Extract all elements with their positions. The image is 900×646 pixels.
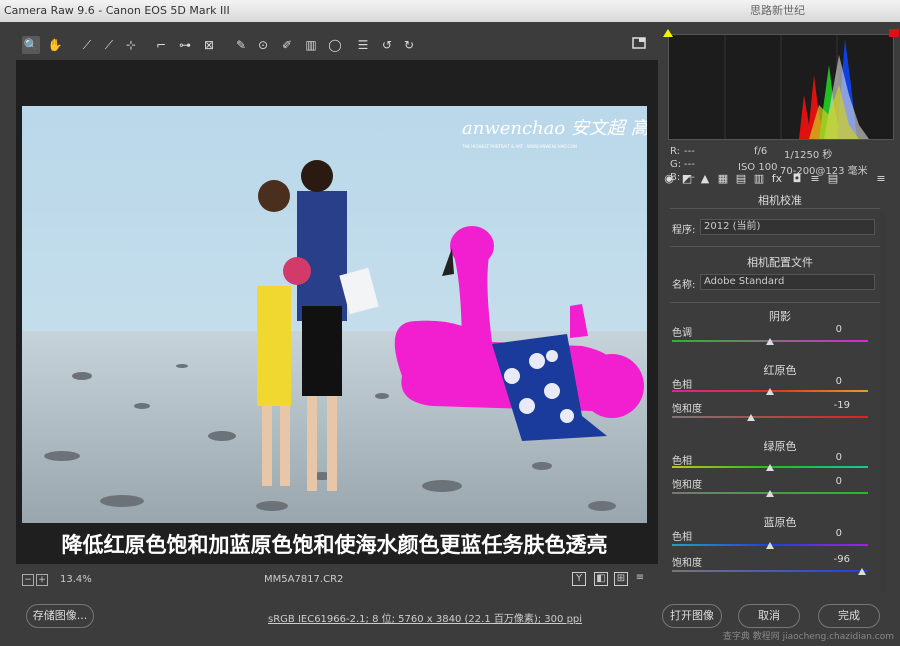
blue-primary-heading: 蓝原色	[763, 516, 797, 529]
exif-shutter: 1/1250 秒	[784, 150, 833, 161]
site-watermark: 查字典 教程网 jiaocheng.chazidian.com	[722, 632, 894, 642]
tab-effects-icon[interactable]: fx	[770, 172, 784, 186]
red-hue-label: 色相	[672, 380, 692, 391]
zoom-in-icon[interactable]: +	[36, 574, 48, 586]
red-primary-heading: 红原色	[763, 364, 797, 377]
filename: MM5A7817.CR2	[264, 574, 344, 585]
photo-watermark: anwenchao 安文超 高端修图	[462, 118, 647, 139]
zoom-level[interactable]: 13.4%	[60, 574, 92, 585]
red-saturation-label: 饱和度	[672, 404, 702, 415]
red-hue-value[interactable]: 0	[812, 376, 842, 387]
green-hue-label: 色相	[672, 456, 692, 467]
blue-hue-value[interactable]: 0	[812, 528, 842, 539]
tutorial-caption: 降低红原色饱和加蓝原色饱和使海水颜色更蓝任务肤色透亮	[61, 533, 608, 557]
panel-scrollbar[interactable]	[880, 212, 886, 592]
green-hue-thumb[interactable]	[766, 464, 774, 471]
cancel-button[interactable]: 取消	[738, 604, 800, 628]
tab-tone-curve-icon[interactable]: ◩	[680, 172, 694, 186]
rgb-r-label: R:	[670, 146, 681, 157]
red-saturation-thumb[interactable]	[747, 414, 755, 421]
view-swap-icon[interactable]: ⊞	[614, 572, 628, 586]
color-sampler-tool-icon[interactable]: ⟋	[100, 36, 118, 54]
tab-basic-icon[interactable]: ◉	[662, 172, 676, 186]
blue-saturation-slider[interactable]	[672, 570, 868, 572]
targeted-adjustment-tool-icon[interactable]: ⊹	[122, 36, 140, 54]
profile-name-label: 名称:	[672, 280, 696, 291]
window-title: Camera Raw 9.6 - Canon EOS 5D Mark III	[4, 4, 230, 17]
panel-tabs: ◉ ◩ ▲ ▦ ▤ ▥ fx ◘ ≡ ▤ ≡	[662, 172, 892, 192]
tab-detail-icon[interactable]: ▲	[698, 172, 712, 186]
rgb-g-value: ---	[684, 159, 695, 170]
rotate-cw-icon[interactable]: ↻	[400, 36, 418, 54]
straighten-tool-icon[interactable]: ⊶	[176, 36, 194, 54]
blue-hue-thumb[interactable]	[766, 542, 774, 549]
panel-menu-icon[interactable]: ≡	[874, 172, 888, 186]
green-hue-value[interactable]: 0	[812, 452, 842, 463]
tab-camera-calibration-icon[interactable]: ◘	[790, 172, 804, 186]
zoom-out-icon[interactable]: −	[22, 574, 34, 586]
adjustment-brush-icon[interactable]: ✐	[278, 36, 296, 54]
highlight-clip-warning-icon[interactable]	[889, 29, 899, 37]
rotate-ccw-icon[interactable]: ↺	[378, 36, 396, 54]
green-saturation-thumb[interactable]	[766, 490, 774, 497]
workflow-options-link[interactable]: sRGB IEC61966-2.1; 8 位; 5760 x 3840 (22.…	[268, 610, 582, 625]
exif-aperture: f/6	[754, 146, 768, 157]
radial-filter-icon[interactable]: ◯	[326, 36, 344, 54]
shadow-clip-warning-icon[interactable]	[663, 29, 673, 37]
crop-tool-icon[interactable]: ⌐	[152, 36, 170, 54]
blue-saturation-thumb[interactable]	[858, 568, 866, 575]
green-saturation-value[interactable]: 0	[812, 476, 842, 487]
process-select[interactable]: 2012 (当前)	[700, 219, 875, 235]
green-primary-heading: 绿原色	[763, 440, 797, 453]
white-balance-tool-icon[interactable]: ⟋	[78, 36, 96, 54]
zoom-tool-icon[interactable]: 🔍	[22, 36, 40, 54]
rgb-g-label: G:	[670, 159, 682, 170]
rgb-r-value: ---	[684, 146, 695, 157]
right-panel: R: --- G: --- B: --- f/6 1/1250 秒 ISO 10…	[660, 22, 900, 598]
shadows-heading: 阴影	[769, 310, 791, 323]
shadows-tint-thumb[interactable]	[766, 338, 774, 345]
red-hue-thumb[interactable]	[766, 388, 774, 395]
tab-presets-icon[interactable]: ≡	[808, 172, 822, 186]
titlebar-right-text: 思路新世纪	[750, 4, 805, 17]
photo-preview[interactable]: anwenchao 安文超 高端修图 THE HIGHEST PORTRAIT …	[22, 106, 647, 523]
preferences-icon[interactable]: ☰	[354, 36, 372, 54]
tab-lens-icon[interactable]: ▥	[752, 172, 766, 186]
process-label: 程序:	[672, 225, 696, 236]
hand-tool-icon[interactable]: ✋	[46, 36, 64, 54]
blue-hue-label: 色相	[672, 532, 692, 543]
done-button[interactable]: 完成	[818, 604, 880, 628]
red-eye-tool-icon[interactable]: ⊙	[254, 36, 272, 54]
red-saturation-slider[interactable]	[672, 416, 868, 418]
profile-name-select[interactable]: Adobe Standard	[700, 274, 875, 290]
tab-split-toning-icon[interactable]: ▤	[734, 172, 748, 186]
preview-statusbar: − + 13.4% MM5A7817.CR2 Y ◧ ⊞ ≡	[16, 568, 658, 592]
spot-removal-tool-icon[interactable]: ✎	[232, 36, 250, 54]
tab-hsl-icon[interactable]: ▦	[716, 172, 730, 186]
transform-tool-icon[interactable]: ⊠	[200, 36, 218, 54]
red-saturation-value[interactable]: -19	[820, 400, 850, 411]
shadows-tint-label: 色调	[672, 328, 692, 339]
view-split-icon[interactable]: ◧	[594, 572, 608, 586]
window-titlebar: Camera Raw 9.6 - Canon EOS 5D Mark III 思…	[0, 0, 900, 22]
blue-saturation-label: 饱和度	[672, 558, 702, 569]
panel-title: 相机校准	[758, 194, 802, 207]
camera-profile-heading: 相机配置文件	[747, 256, 813, 269]
before-after-icon[interactable]: Y	[572, 572, 586, 586]
open-image-button[interactable]: 打开图像	[662, 604, 722, 628]
graduated-filter-icon[interactable]: ▥	[302, 36, 320, 54]
view-settings-icon[interactable]: ≡	[634, 572, 646, 584]
histogram	[663, 29, 899, 140]
blue-saturation-value[interactable]: -96	[820, 554, 850, 565]
fullscreen-toggle-icon[interactable]	[630, 36, 648, 54]
photo-watermark-sub: THE HIGHEST PORTRAIT & ART · WWW.ANWENCH…	[461, 144, 577, 149]
shadows-tint-value[interactable]: 0	[812, 324, 842, 335]
save-image-button[interactable]: 存储图像...	[26, 604, 94, 628]
green-saturation-label: 饱和度	[672, 480, 702, 491]
tab-snapshots-icon[interactable]: ▤	[826, 172, 840, 186]
